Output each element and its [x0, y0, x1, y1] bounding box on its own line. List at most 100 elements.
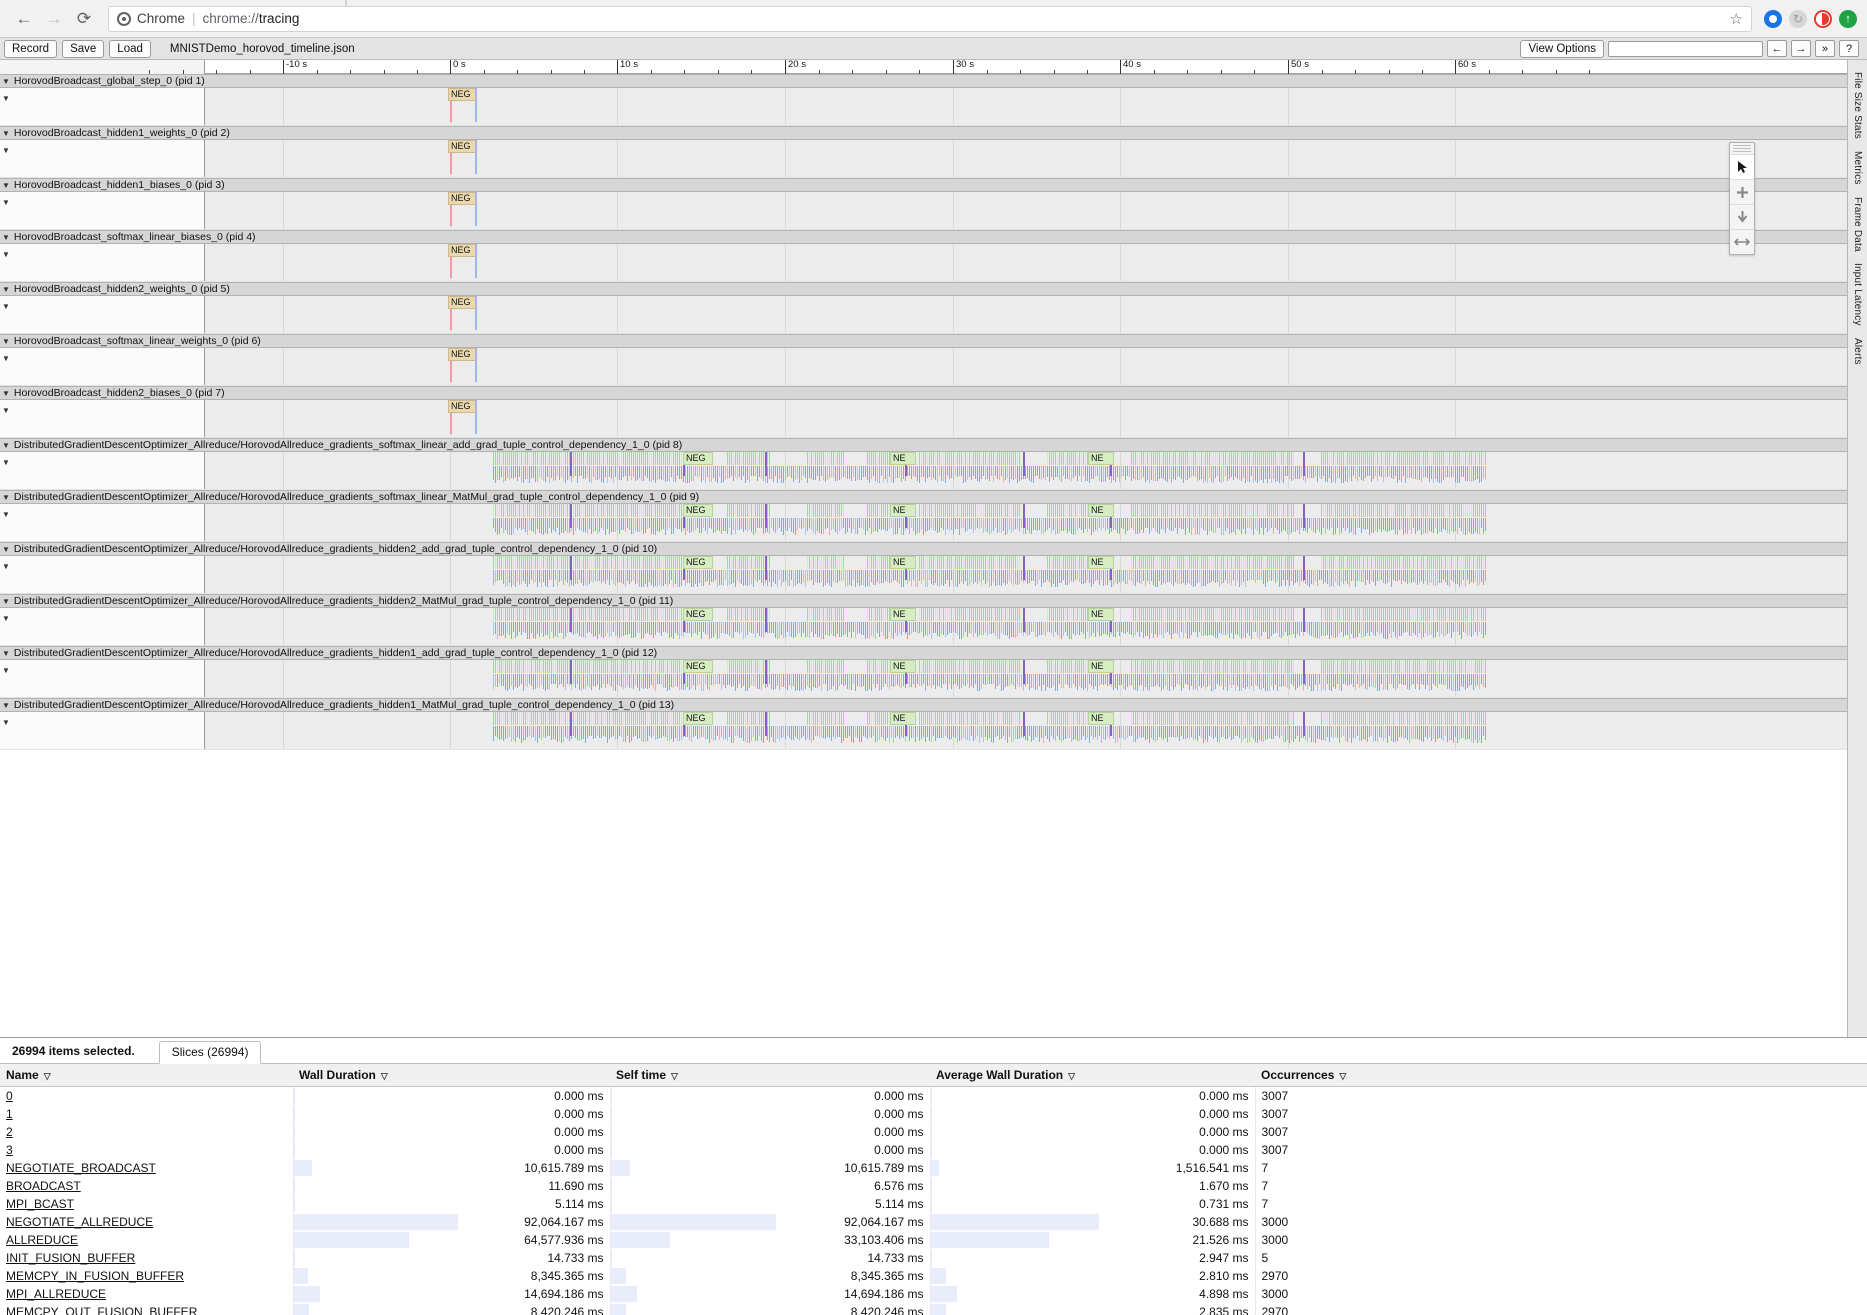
trace-slice[interactable]	[1329, 674, 1330, 690]
trace-slice[interactable]	[1149, 674, 1150, 691]
trace-slice[interactable]	[953, 518, 954, 534]
trace-slice[interactable]	[495, 570, 496, 583]
trace-slice[interactable]	[821, 452, 822, 465]
trace-slice[interactable]	[1093, 570, 1094, 584]
trace-slice[interactable]	[1291, 660, 1292, 673]
trace-slice[interactable]	[1443, 608, 1444, 621]
trace-slice[interactable]	[1255, 608, 1256, 621]
trace-slice[interactable]	[1089, 518, 1090, 529]
trace-slice[interactable]	[1007, 570, 1008, 584]
trace-slice[interactable]	[1377, 608, 1378, 621]
trace-slice[interactable]	[537, 660, 538, 673]
trace-slice[interactable]	[691, 518, 692, 532]
trace-slice[interactable]	[1149, 518, 1150, 534]
trace-slice[interactable]	[739, 504, 740, 517]
trace-slice[interactable]	[1267, 570, 1268, 582]
trace-slice[interactable]	[873, 674, 874, 684]
trace-slice[interactable]	[727, 556, 728, 569]
trace-slice[interactable]	[1001, 466, 1002, 476]
trace-slice[interactable]	[495, 622, 496, 634]
trace-slice[interactable]	[979, 622, 980, 635]
trace-slice[interactable]	[1167, 674, 1168, 690]
trace-slice[interactable]	[685, 466, 686, 483]
trace-slice[interactable]	[733, 622, 734, 638]
trace-slice[interactable]	[539, 452, 540, 465]
trace-slice[interactable]	[907, 674, 908, 684]
trace-slice[interactable]	[1133, 518, 1134, 530]
trace-slice[interactable]	[1235, 518, 1236, 535]
trace-slice[interactable]	[1365, 556, 1366, 569]
trace-slice[interactable]	[1159, 674, 1160, 687]
trace-slice[interactable]	[1147, 622, 1148, 636]
trace-slice[interactable]	[1323, 518, 1324, 528]
trace-slice[interactable]	[863, 570, 864, 585]
trace-slice[interactable]	[759, 452, 760, 465]
trace-slice[interactable]	[1275, 518, 1276, 528]
trace-slice[interactable]	[559, 452, 560, 465]
trace-slice[interactable]	[665, 622, 666, 632]
trace-slice[interactable]	[1057, 466, 1058, 477]
trace-slice[interactable]	[883, 674, 884, 687]
trace-slice[interactable]	[763, 622, 764, 638]
trace-slice[interactable]	[1385, 674, 1386, 689]
trace-slice[interactable]	[1153, 674, 1154, 687]
trace-slice[interactable]	[901, 466, 902, 482]
trace-slice[interactable]	[521, 712, 522, 725]
trace-slice[interactable]	[1017, 556, 1018, 569]
trace-slice[interactable]	[1429, 608, 1430, 621]
trace-slice[interactable]	[1177, 518, 1178, 534]
trace-slice[interactable]	[737, 622, 738, 632]
trace-slice[interactable]	[799, 570, 800, 583]
trace-slice[interactable]	[647, 674, 648, 689]
trace-slice[interactable]	[609, 504, 610, 517]
trace-slice[interactable]	[1439, 660, 1440, 673]
trace-slice[interactable]	[1229, 622, 1230, 638]
trace-slice[interactable]	[1393, 518, 1394, 530]
trace-slice[interactable]	[1197, 452, 1198, 465]
trace-slice[interactable]	[1041, 518, 1042, 534]
trace-slice[interactable]	[685, 674, 686, 690]
trace-slice[interactable]	[1053, 674, 1054, 686]
trace-slice[interactable]	[1301, 570, 1302, 581]
trace-slice[interactable]	[775, 518, 776, 533]
trace-slice[interactable]	[1157, 452, 1158, 465]
trace-slice[interactable]	[667, 518, 668, 530]
trace-slice[interactable]	[1061, 466, 1062, 482]
trace-slice[interactable]	[961, 504, 962, 517]
trace-slice[interactable]	[843, 674, 844, 686]
trace-slice[interactable]	[1135, 452, 1136, 465]
trace-slice[interactable]	[1421, 556, 1422, 569]
trace-slice[interactable]	[1009, 452, 1010, 465]
trace-slice[interactable]	[1159, 660, 1160, 673]
trace-slice[interactable]	[907, 518, 908, 529]
trace-slice[interactable]	[1019, 518, 1020, 532]
trace-slice[interactable]	[843, 570, 844, 580]
trace-slice[interactable]	[759, 518, 760, 528]
trace-slice[interactable]	[1189, 674, 1190, 690]
trace-slice[interactable]	[1367, 556, 1368, 569]
trace-slice[interactable]	[1193, 660, 1194, 673]
trace-slice[interactable]	[1465, 622, 1466, 633]
trace-slice[interactable]	[1277, 518, 1278, 530]
trace-slice[interactable]	[985, 622, 986, 633]
trace-slice[interactable]	[1185, 622, 1186, 633]
trace-slice[interactable]	[1335, 504, 1336, 517]
trace-slice[interactable]	[1435, 518, 1436, 528]
trace-slice[interactable]	[1161, 518, 1162, 529]
trace-slice[interactable]	[637, 674, 638, 688]
trace-slice[interactable]	[767, 518, 768, 532]
trace-slice[interactable]	[689, 466, 690, 483]
trace-slice[interactable]	[1375, 622, 1376, 636]
trace-slice[interactable]	[1169, 660, 1170, 673]
trace-slice[interactable]	[1151, 452, 1152, 465]
trace-slice[interactable]	[653, 674, 654, 689]
trace-slice[interactable]	[927, 556, 928, 569]
extension-grey-icon[interactable]: ↻	[1789, 10, 1807, 28]
trace-slice[interactable]	[501, 452, 502, 465]
trace-slice[interactable]	[553, 622, 554, 638]
trace-slice[interactable]	[1301, 674, 1302, 685]
trace-slice[interactable]	[823, 674, 824, 684]
trace-slice[interactable]	[517, 518, 518, 530]
trace-slice[interactable]	[1151, 518, 1152, 531]
trace-slice[interactable]	[1155, 608, 1156, 621]
